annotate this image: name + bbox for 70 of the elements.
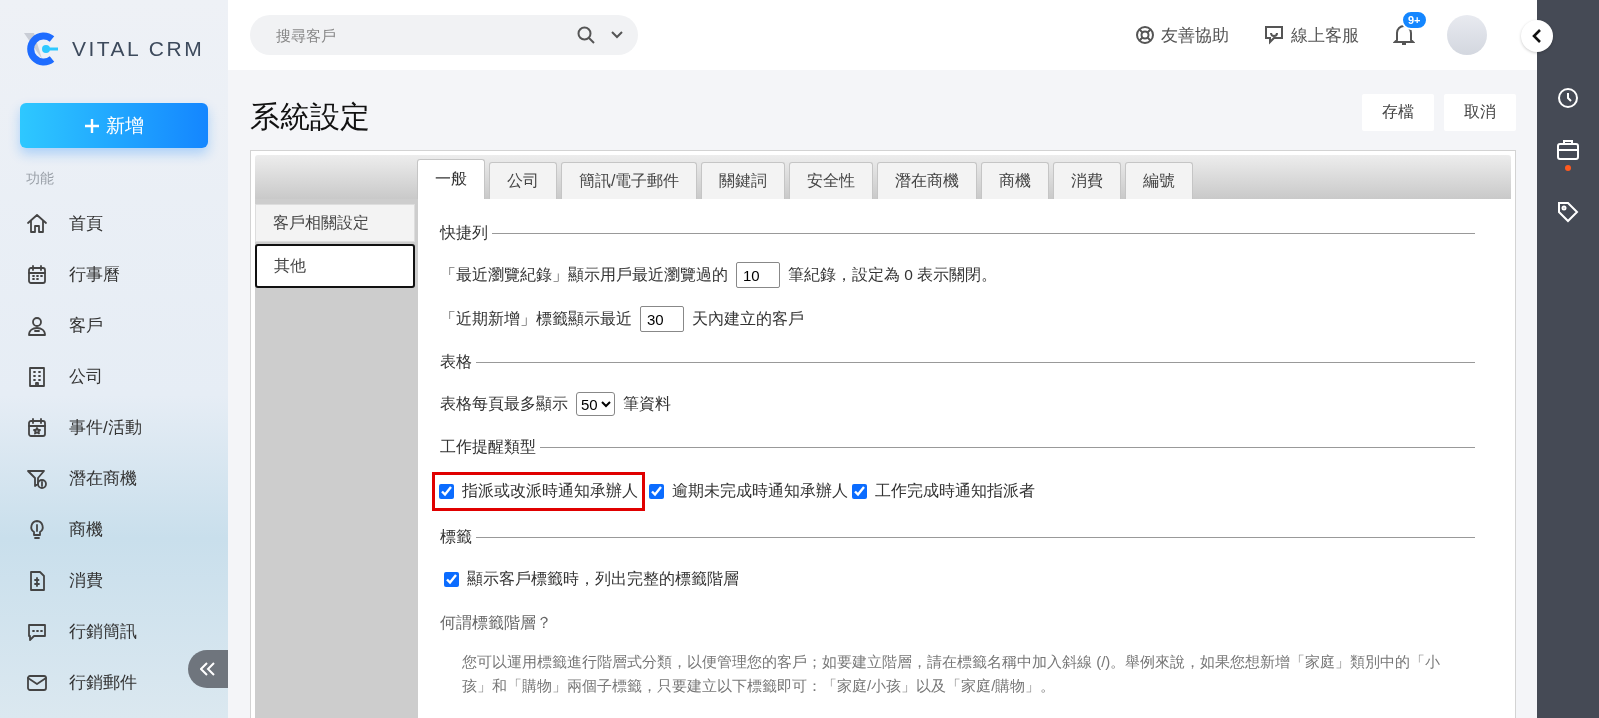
double-chevron-left-icon (200, 662, 216, 676)
tab[interactable]: 編號 (1125, 162, 1194, 199)
expand-button[interactable] (1521, 20, 1553, 52)
checkbox[interactable] (852, 484, 867, 499)
nav-item[interactable]: 事件/活動 (0, 402, 152, 453)
tab[interactable]: 關鍵詞 (701, 162, 786, 199)
search-field[interactable]: 搜尋客戶 (250, 15, 638, 55)
dropdown[interactable]: 50 (576, 392, 615, 416)
checkbox[interactable] (649, 484, 664, 499)
brand-name: VITAL CRM (72, 37, 205, 61)
section-title: 快捷列 (440, 223, 488, 243)
nav-item[interactable]: 首頁 (0, 198, 113, 249)
tab[interactable]: 潛在商機 (877, 162, 978, 199)
home-icon (25, 211, 49, 236)
action-button[interactable]: 存檔 (1362, 93, 1434, 131)
help-link[interactable]: 線上客服 (1291, 23, 1359, 47)
bell-icon[interactable] (1393, 23, 1415, 47)
nav-item[interactable]: 客戶 (0, 300, 113, 351)
plus-icon (84, 117, 100, 134)
briefcase-icon[interactable] (1556, 138, 1580, 172)
collapse-button[interactable] (188, 650, 228, 688)
nav-item[interactable]: 商機 (0, 504, 113, 555)
setting-text: 筆紀錄，設定為 0 表示關閉。 (788, 264, 998, 285)
checkbox-label: 工作完成時通知指派者 (875, 481, 1035, 501)
tab[interactable]: 簡訊/電子郵件 (561, 162, 698, 199)
page-title: 系統設定 (250, 98, 371, 135)
search-input[interactable]: 搜尋客戶 (274, 25, 562, 45)
search-icon (576, 25, 596, 45)
help-link[interactable]: 友善協助 (1161, 23, 1229, 47)
setting-text: 表格每頁最多顯示 (440, 393, 568, 414)
chat-headset-icon (1263, 24, 1285, 46)
chevron-down-icon[interactable] (610, 30, 624, 40)
section-title: 表格 (440, 352, 472, 372)
clock-icon[interactable] (1556, 86, 1580, 110)
tab[interactable]: 一般 (417, 159, 485, 199)
chevron-left-icon (1532, 29, 1542, 43)
calendar-star-icon (25, 415, 49, 440)
tab[interactable]: 安全性 (789, 162, 874, 199)
help-question: 何謂標籤階層？ (440, 612, 552, 633)
checkbox-label: 逾期未完成時通知承辦人 (672, 481, 848, 501)
tag-icon[interactable] (1556, 200, 1580, 224)
number-field[interactable]: 30 (640, 306, 684, 332)
section-label: 功能 (26, 170, 55, 188)
checkbox[interactable] (444, 571, 459, 587)
section-title: 標籤 (440, 527, 472, 547)
setting-text: 天內建立的客戶 (692, 308, 804, 329)
checkbox[interactable] (439, 484, 454, 499)
tab[interactable]: 商機 (981, 162, 1050, 199)
setting-text: 「近期新增」標籤顯示最近 (440, 308, 632, 329)
number-field[interactable]: 10 (736, 262, 780, 288)
action-button[interactable]: 取消 (1444, 93, 1516, 131)
setting-text: 「最近瀏覽紀錄」顯示用戶最近瀏覽過的 (440, 264, 728, 285)
tab[interactable]: 公司 (489, 162, 557, 199)
notification-badge: 9+ (1401, 10, 1428, 30)
nav-item[interactable]: 潛在商機 (0, 453, 147, 504)
tab[interactable]: 消費 (1053, 162, 1122, 199)
checkbox-label: 顯示客戶標籤時，列出完整的標籤階層 (467, 568, 739, 589)
nav-item[interactable]: 行事曆 (0, 249, 130, 300)
nav-item[interactable]: 行銷簡訊 (0, 606, 147, 657)
lifebuoy-icon (1135, 25, 1155, 45)
side-tab[interactable]: 客戶相關設定 (255, 204, 415, 242)
setting-text: 筆資料 (623, 393, 671, 414)
calendar-icon (25, 262, 49, 287)
nav-item[interactable]: 公司 (0, 351, 113, 402)
section-title: 工作提醒類型 (440, 437, 536, 457)
checkbox-label: 指派或改派時通知承辦人 (462, 481, 638, 501)
nav-item[interactable]: 行銷郵件 (0, 657, 147, 708)
side-tab[interactable]: 其他 (255, 244, 415, 288)
nav-item[interactable]: 消費 (0, 555, 113, 606)
help-text: 您可以運用標籤進行階層式分類，以便管理您的客戶；如要建立階層，請在標籤名稱中加入斜線 (/)。舉例來說，如果您想新增「家庭」類別中的「小孩」和「購物」兩個子標籤，只要建立以下標籤即可：「家庭/小孩」以及「家庭/購物」。 (461, 652, 1442, 696)
